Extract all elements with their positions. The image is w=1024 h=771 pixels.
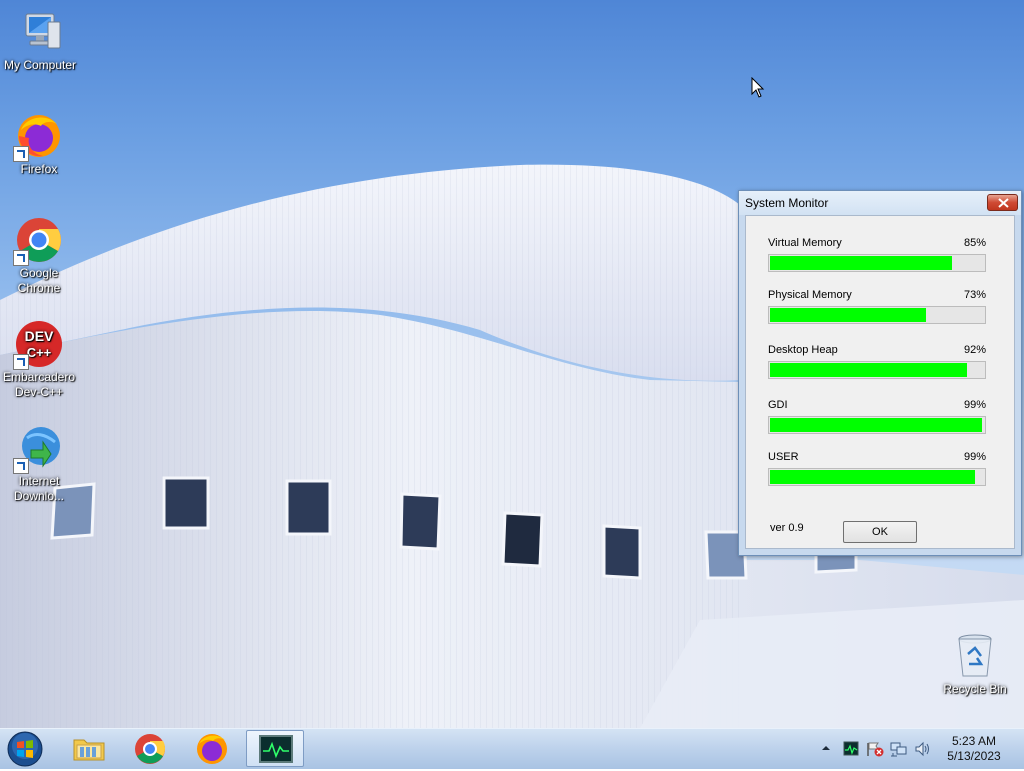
meter-percent: 73%	[963, 289, 986, 301]
meter-label: GDI	[768, 399, 788, 411]
devcpp-icon: DEV C++	[13, 320, 63, 370]
taskbar: 5:23 AM 5/13/2023	[0, 728, 1024, 769]
progress-bar	[768, 306, 986, 324]
meter-label: Virtual Memory	[768, 237, 842, 249]
system-monitor-icon	[259, 735, 293, 763]
progress-bar	[768, 416, 986, 434]
taskbar-file-explorer[interactable]	[60, 730, 118, 767]
computer-icon	[16, 8, 64, 56]
progress-bar-fill	[770, 308, 926, 322]
desktop-icon-recycle-bin[interactable]: Recycle Bin	[935, 632, 1015, 697]
start-button[interactable]	[6, 730, 44, 768]
progress-bar-fill	[770, 470, 975, 484]
desktop-icon-label: Google Chrome	[17, 266, 61, 295]
close-button[interactable]	[987, 194, 1018, 211]
meter-percent: 92%	[963, 344, 986, 356]
close-icon	[998, 198, 1009, 208]
window-title: System Monitor	[745, 196, 829, 210]
meter-label: Desktop Heap	[768, 344, 838, 356]
desktop-icon-my-computer[interactable]: My Computer	[0, 8, 80, 73]
taskbar-firefox[interactable]	[183, 730, 241, 767]
desktop-icon-label: Recycle Bin	[943, 682, 1007, 696]
firefox-icon	[197, 734, 227, 764]
progress-bar-fill	[770, 256, 952, 270]
windows-start-icon	[7, 731, 43, 767]
desktop-icon-label: My Computer	[3, 58, 77, 72]
desktop-icon-label: Embarcadero Dev-C++	[2, 370, 76, 399]
clock-date: 5/13/2023	[947, 749, 1001, 763]
clock[interactable]: 5:23 AM 5/13/2023	[936, 734, 1012, 764]
progress-bar-fill	[770, 418, 982, 432]
shortcut-arrow-icon	[13, 250, 29, 266]
volume-icon[interactable]	[914, 741, 932, 757]
version-label: ver 0.9	[770, 522, 804, 534]
meter-percent: 99%	[963, 451, 986, 463]
recycle-bin-icon	[951, 632, 999, 680]
system-monitor-window: System Monitor Virtual Memory 85% Physical…	[738, 190, 1022, 556]
chrome-icon	[13, 216, 63, 266]
progress-bar	[768, 361, 986, 379]
progress-bar	[768, 468, 986, 486]
desktop-icon-internet-download-manager[interactable]: Internet Downlo...	[0, 424, 79, 504]
window-client-area: Virtual Memory 85% Physical Memory 73% Deskt…	[745, 215, 1015, 549]
desktop-icon-label: Internet Downlo...	[13, 474, 65, 503]
shortcut-arrow-icon	[13, 146, 29, 162]
action-center-flag-icon[interactable]	[866, 741, 884, 757]
progress-bar-fill	[770, 363, 967, 377]
window-titlebar[interactable]: System Monitor	[739, 191, 1021, 215]
firefox-icon	[13, 112, 63, 162]
clock-time: 5:23 AM	[951, 734, 997, 748]
shortcut-arrow-icon	[13, 354, 29, 370]
desktop-icon-dev-cpp[interactable]: DEV C++ Embarcadero Dev-C++	[0, 320, 79, 400]
chrome-icon	[135, 734, 166, 764]
idm-icon	[13, 424, 63, 474]
file-explorer-icon	[73, 739, 105, 761]
system-monitor-tray-icon[interactable]	[843, 741, 859, 757]
ok-button[interactable]: OK	[843, 521, 917, 543]
taskbar-chrome[interactable]	[121, 730, 179, 767]
devcpp-icon-text-top: DEV	[25, 328, 54, 344]
meter-label: Physical Memory	[768, 289, 852, 301]
meter-percent: 99%	[963, 399, 986, 411]
devcpp-icon-text-bottom: C++	[27, 345, 52, 360]
taskbar-system-monitor[interactable]	[246, 730, 304, 767]
shortcut-arrow-icon	[13, 458, 29, 474]
meter-percent: 85%	[963, 237, 986, 249]
desktop-icon-google-chrome[interactable]: Google Chrome	[0, 216, 79, 296]
network-icon[interactable]	[890, 741, 908, 757]
meter-label: USER	[768, 451, 799, 463]
desktop-icon-label: Firefox	[20, 162, 58, 176]
show-hidden-icons-chevron[interactable]	[821, 744, 831, 752]
progress-bar	[768, 254, 986, 272]
mouse-cursor-icon	[751, 77, 765, 98]
desktop-icon-firefox[interactable]: Firefox	[0, 112, 79, 177]
